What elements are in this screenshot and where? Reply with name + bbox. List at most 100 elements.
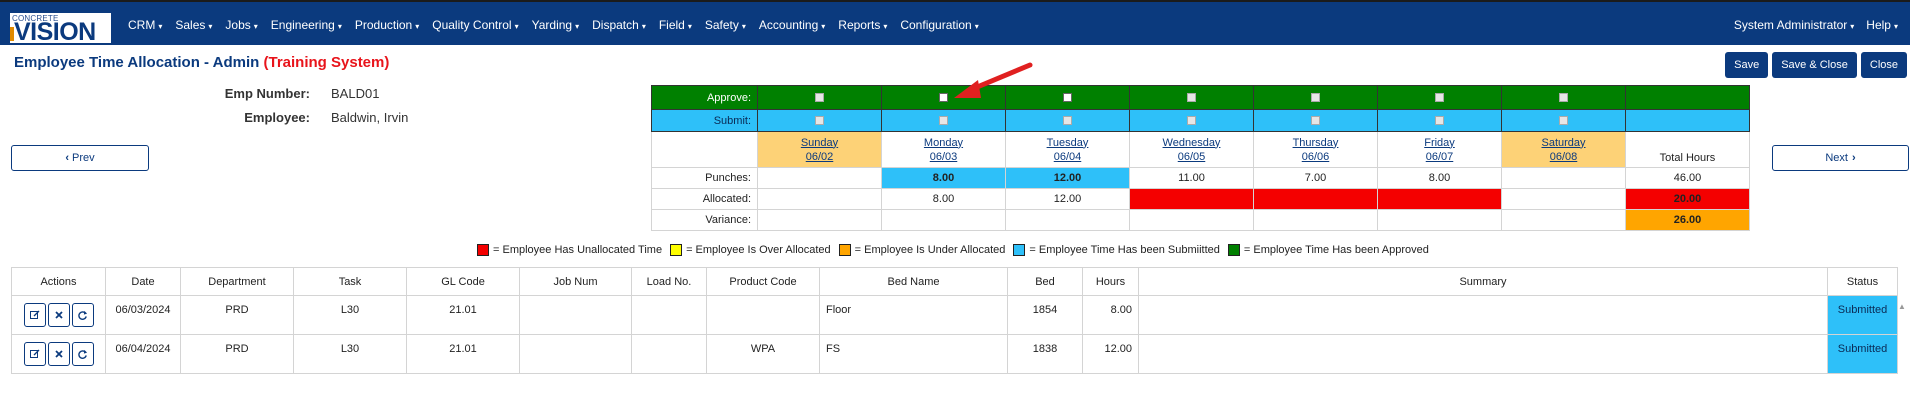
cell-product-code [706,295,820,335]
approve-checkbox-tuesday[interactable] [1063,93,1072,103]
col-date[interactable]: Date [105,267,181,296]
cell-department: PRD [180,295,294,335]
legend-red-swatch [477,244,489,256]
punch-cell: 12.00 [1005,167,1130,189]
refresh-icon[interactable] [71,342,94,366]
menu-dispatch[interactable]: Dispatch ▾ [592,18,646,32]
cell-gl-code: 21.01 [406,334,520,374]
approve-checkbox-friday[interactable] [1435,93,1444,103]
save-close-button[interactable]: Save & Close [1772,52,1857,78]
col-hours[interactable]: Hours [1082,267,1139,296]
annotation-arrow-icon [954,62,1033,98]
punch-cell: 11.00 [1129,167,1254,189]
col-job-num[interactable]: Job Num [519,267,632,296]
day-header-sunday[interactable]: Sunday 06/02 [757,131,882,168]
menu-production[interactable]: Production ▾ [355,18,419,32]
menu-field[interactable]: Field ▾ [659,18,692,32]
col-summary[interactable]: Summary [1138,267,1828,296]
menu-engineering[interactable]: Engineering ▾ [271,18,342,32]
menu-help[interactable]: Help ▾ [1866,18,1898,32]
cell-bed: 1838 [1007,334,1083,374]
total-punches: 46.00 [1625,167,1750,189]
menu-yarding[interactable]: Yarding ▾ [532,18,580,32]
submit-checkbox-monday[interactable] [939,116,948,126]
punch-cell [757,167,882,189]
delete-icon[interactable] [47,342,70,366]
header-actions: Save Save & Close Close [1721,52,1907,78]
menu-sales[interactable]: Sales ▾ [175,18,212,32]
submit-checkbox-tuesday[interactable] [1063,116,1072,126]
menu-configuration[interactable]: Configuration ▾ [900,18,978,32]
delete-icon[interactable] [47,303,70,327]
alloc-cell [1129,188,1254,210]
punches-row: Punches: 8.00 12.00 11.00 7.00 8.00 46.0… [651,167,1750,189]
cell-date: 06/04/2024 [105,334,181,374]
refresh-icon[interactable] [71,303,94,327]
approve-checkbox-sunday[interactable] [815,93,824,103]
menu-accounting[interactable]: Accounting ▾ [759,18,825,32]
alloc-cell [1377,188,1502,210]
col-bed-name[interactable]: Bed Name [819,267,1008,296]
table-header-row: Actions Date Department Task GL Code Job… [11,267,1898,296]
alloc-cell [757,188,882,210]
edit-icon[interactable] [23,342,46,366]
time-grid: Approve: Submit: Sunday 06/02 Monday 06/03… [651,85,1750,231]
prev-button[interactable]: ‹ Prev [11,145,149,171]
cell-department: PRD [180,334,294,374]
col-task[interactable]: Task [293,267,407,296]
main-menu: CRM ▾ Sales ▾ Jobs ▾ Engineering ▾ Productio… [128,2,992,47]
punch-cell [1501,167,1626,189]
page-title: Employee Time Allocation - Admin (Traini… [14,54,390,71]
submit-checkbox-sunday[interactable] [815,116,824,126]
alloc-cell [1501,188,1626,210]
col-department[interactable]: Department [180,267,294,296]
submit-checkbox-friday[interactable] [1435,116,1444,126]
approve-checkbox-wednesday[interactable] [1187,93,1196,103]
legend-blue-swatch [1013,244,1026,256]
day-header-thursday[interactable]: Thursday 06/06 [1253,131,1378,168]
menu-jobs[interactable]: Jobs ▾ [225,18,257,32]
user-menu: System Administrator ▾ Help ▾ [1734,2,1910,47]
approve-checkbox-monday[interactable] [939,93,948,103]
cell-bed-name: Floor [819,295,1008,335]
legend-green-swatch [1227,244,1240,256]
menu-safety[interactable]: Safety ▾ [705,18,746,32]
allocated-label: Allocated: [651,188,758,210]
emp-number-value: BALD01 [331,86,380,101]
edit-icon[interactable] [23,303,46,327]
cell-date: 06/03/2024 [105,295,181,335]
next-button[interactable]: Next › [1772,145,1909,171]
menu-system-administrator[interactable]: System Administrator ▾ [1734,18,1854,32]
cell-task: L30 [293,334,407,374]
day-header-friday[interactable]: Friday 06/07 [1377,131,1502,168]
submit-checkbox-thursday[interactable] [1311,116,1320,126]
save-button[interactable]: Save [1725,52,1769,78]
col-product-code[interactable]: Product Code [706,267,820,296]
col-status[interactable]: Status [1827,267,1898,296]
close-button[interactable]: Close [1860,52,1907,78]
day-header-tuesday[interactable]: Tuesday 06/04 [1005,131,1130,168]
menu-reports[interactable]: Reports ▾ [838,18,887,32]
submit-checkbox-saturday[interactable] [1559,116,1568,126]
day-header-wednesday[interactable]: Wednesday 06/05 [1129,131,1254,168]
day-header-monday[interactable]: Monday 06/03 [881,131,1006,168]
day-header-saturday[interactable]: Saturday 06/08 [1501,131,1626,168]
col-actions: Actions [11,267,106,296]
cell-product-code: WPA [706,334,820,374]
col-gl-code[interactable]: GL Code [406,267,520,296]
table-row: 06/04/2024 PRD L30 21.01 WPA FS 1838 12.… [11,334,1898,374]
cell-hours: 8.00 [1082,295,1139,335]
col-bed[interactable]: Bed [1007,267,1083,296]
row-actions [11,334,106,374]
approve-checkbox-saturday[interactable] [1559,93,1568,103]
col-load-no[interactable]: Load No. [631,267,707,296]
submit-row: Submit: [651,109,1750,132]
brand-logo[interactable]: CONCRETE VISION [10,13,111,46]
submit-checkbox-wednesday[interactable] [1187,116,1196,126]
approve-checkbox-thursday[interactable] [1311,93,1320,103]
menu-quality-control[interactable]: Quality Control ▾ [432,18,518,32]
menu-crm[interactable]: CRM ▾ [128,18,162,32]
alloc-cell: 8.00 [881,188,1006,210]
scroll-up-icon[interactable]: ▲ [1898,302,1906,311]
cell-bed: 1854 [1007,295,1083,335]
